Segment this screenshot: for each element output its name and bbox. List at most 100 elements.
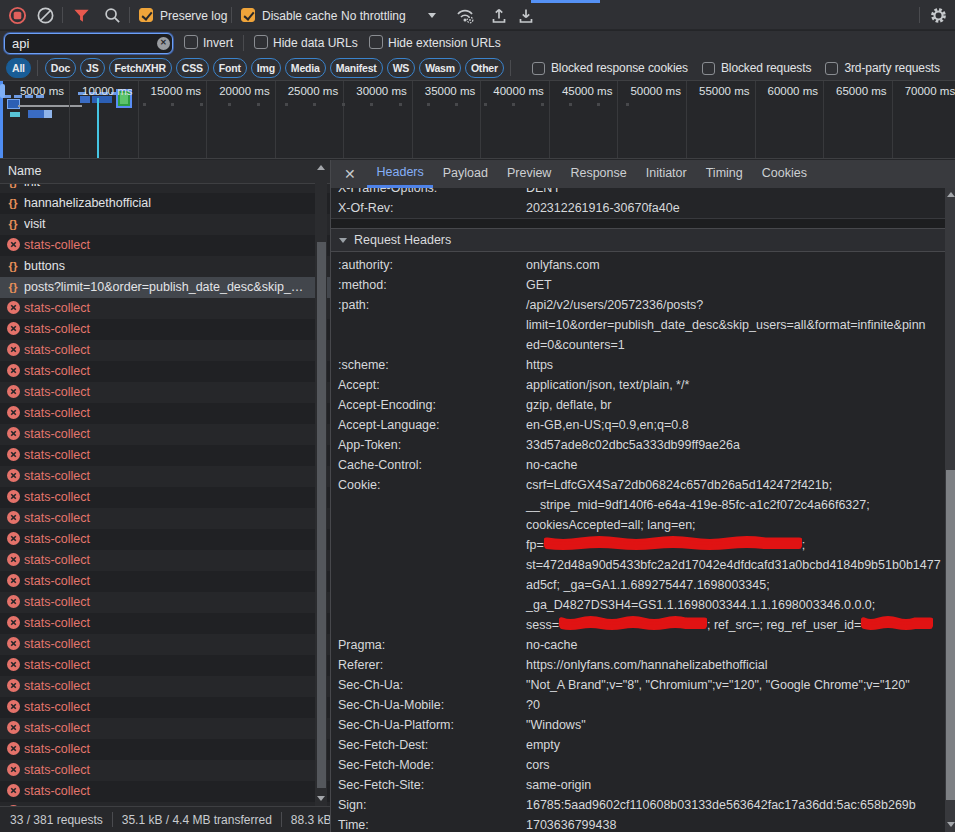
tab-headers[interactable]: Headers bbox=[367, 160, 433, 188]
header-value: no-cache bbox=[526, 635, 577, 655]
request-row[interactable]: stats-collect bbox=[0, 550, 330, 571]
scroll-down-icon[interactable] bbox=[947, 822, 955, 827]
invert-checkbox[interactable] bbox=[184, 35, 198, 49]
clear-button[interactable] bbox=[36, 6, 55, 25]
header-row: Sec-Fetch-Site:same-origin bbox=[331, 775, 945, 795]
blocked-response-cookies-checkbox[interactable] bbox=[532, 62, 545, 75]
header-row: Pragma:no-cache bbox=[331, 635, 945, 655]
type-filter-other[interactable]: Other bbox=[465, 58, 504, 78]
request-row[interactable]: stats-collect bbox=[0, 508, 330, 529]
toolbar-divider bbox=[129, 7, 130, 23]
request-row[interactable]: {}init bbox=[0, 184, 330, 193]
filter-toggle-icon[interactable] bbox=[72, 6, 91, 25]
3rd-party-requests-checkbox[interactable] bbox=[825, 62, 838, 75]
tab-response[interactable]: Response bbox=[561, 160, 636, 188]
record-button[interactable] bbox=[8, 6, 27, 25]
request-row[interactable]: stats-collect bbox=[0, 319, 330, 340]
request-row[interactable]: stats-collect bbox=[0, 340, 330, 361]
request-row[interactable]: stats-collect bbox=[0, 466, 330, 487]
type-filter-fetch-xhr[interactable]: Fetch/XHR bbox=[109, 58, 172, 78]
request-row[interactable]: stats-collect bbox=[0, 529, 330, 550]
hide-extension-urls-label[interactable]: Hide extension URLs bbox=[388, 36, 501, 50]
filter-input[interactable]: api bbox=[4, 33, 173, 54]
preserve-log-label[interactable]: Preserve log bbox=[160, 9, 227, 23]
hide-extension-urls-checkbox[interactable] bbox=[369, 35, 383, 49]
disable-cache-label[interactable]: Disable cache bbox=[262, 9, 337, 23]
request-row[interactable]: stats-collect bbox=[0, 592, 330, 613]
tab-timing[interactable]: Timing bbox=[696, 160, 752, 188]
network-conditions-icon[interactable] bbox=[455, 6, 474, 25]
type-filter-wasm[interactable]: Wasm bbox=[419, 58, 461, 78]
type-filter-img[interactable]: Img bbox=[251, 58, 281, 78]
request-row[interactable]: stats-collect bbox=[0, 634, 330, 655]
type-filter-manifest[interactable]: Manifest bbox=[330, 58, 383, 78]
blocked-response-cookies-label[interactable]: Blocked response cookies bbox=[551, 61, 688, 75]
request-row[interactable]: stats-collect bbox=[0, 487, 330, 508]
request-row[interactable]: {}hannahelizabethofficial bbox=[0, 193, 330, 214]
request-row[interactable]: {}posts?limit=10&order=publish_date_desc… bbox=[0, 277, 330, 298]
scroll-down-icon[interactable] bbox=[317, 796, 325, 801]
request-row[interactable]: stats-collect bbox=[0, 697, 330, 718]
request-row[interactable]: stats-collect bbox=[0, 781, 330, 802]
request-error-icon bbox=[6, 340, 20, 361]
scroll-up-icon[interactable] bbox=[317, 165, 325, 170]
request-list-scrollbar[interactable] bbox=[315, 160, 327, 806]
request-error-icon bbox=[6, 403, 20, 424]
search-icon[interactable] bbox=[103, 6, 122, 25]
throttling-caret-icon[interactable] bbox=[428, 13, 436, 18]
tab-preview[interactable]: Preview bbox=[497, 160, 560, 188]
import-har-icon[interactable] bbox=[490, 6, 509, 25]
blocked-requests-label[interactable]: Blocked requests bbox=[721, 61, 811, 75]
request-row[interactable]: stats-collect bbox=[0, 382, 330, 403]
request-row[interactable]: stats-collect bbox=[0, 760, 330, 781]
timeline-dot bbox=[342, 103, 345, 106]
disable-cache-checkbox[interactable] bbox=[241, 8, 255, 22]
details-scrollbar[interactable] bbox=[945, 188, 955, 832]
close-details-icon[interactable]: ✕ bbox=[344, 160, 358, 188]
hide-data-urls-checkbox[interactable] bbox=[254, 35, 268, 49]
request-row[interactable]: stats-collect bbox=[0, 739, 330, 760]
scrollbar-thumb[interactable] bbox=[946, 470, 955, 800]
request-row[interactable]: stats-collect bbox=[0, 718, 330, 739]
type-filter-all[interactable]: All bbox=[6, 58, 31, 78]
hide-data-urls-label[interactable]: Hide data URLs bbox=[273, 36, 358, 50]
header-name: Cache-Control: bbox=[331, 455, 526, 475]
type-filter-font[interactable]: Font bbox=[213, 58, 247, 78]
type-filter-css[interactable]: CSS bbox=[176, 58, 209, 78]
invert-label[interactable]: Invert bbox=[203, 36, 233, 50]
preserve-log-checkbox[interactable] bbox=[139, 8, 153, 22]
clear-filter-icon[interactable] bbox=[157, 37, 170, 50]
blocked-requests-checkbox[interactable] bbox=[702, 62, 715, 75]
request-row[interactable]: stats-collect bbox=[0, 235, 330, 256]
request-name: stats-collect bbox=[24, 319, 94, 340]
request-row[interactable]: stats-collect bbox=[0, 676, 330, 697]
type-filter-js[interactable]: JS bbox=[80, 58, 104, 78]
type-filter-ws[interactable]: WS bbox=[387, 58, 416, 78]
request-row[interactable]: stats-collect bbox=[0, 424, 330, 445]
request-row[interactable]: stats-collect bbox=[0, 298, 330, 319]
request-row[interactable]: stats-collect bbox=[0, 613, 330, 634]
request-row[interactable]: {}buttons bbox=[0, 256, 330, 277]
tab-payload[interactable]: Payload bbox=[433, 160, 497, 188]
timeline-playhead[interactable] bbox=[97, 98, 99, 159]
request-headers-section[interactable]: Request Headers bbox=[331, 228, 945, 252]
request-row[interactable]: {}visit bbox=[0, 214, 330, 235]
name-column-header[interactable]: Name bbox=[0, 160, 330, 184]
scrollbar-thumb[interactable] bbox=[317, 242, 326, 788]
request-row[interactable]: stats-collect bbox=[0, 361, 330, 382]
settings-gear-icon[interactable] bbox=[929, 6, 948, 25]
3rd-party-requests-label[interactable]: 3rd-party requests bbox=[844, 61, 940, 75]
scroll-up-icon[interactable] bbox=[947, 192, 955, 197]
tab-initiator[interactable]: Initiator bbox=[636, 160, 696, 188]
type-filter-media[interactable]: Media bbox=[285, 58, 326, 78]
type-filter-doc[interactable]: Doc bbox=[45, 58, 76, 78]
request-row[interactable]: stats-collect bbox=[0, 403, 330, 424]
throttling-select[interactable]: No throttling bbox=[341, 9, 406, 23]
export-har-icon[interactable] bbox=[517, 6, 536, 25]
request-row[interactable]: stats-collect bbox=[0, 445, 330, 466]
network-overview-timeline[interactable]: 5000 ms10000 ms15000 ms20000 ms25000 ms3… bbox=[0, 81, 955, 159]
request-row[interactable]: stats-collect bbox=[0, 655, 330, 676]
request-row[interactable]: stats-collect bbox=[0, 571, 330, 592]
tab-cookies[interactable]: Cookies bbox=[752, 160, 816, 188]
disclosure-triangle-icon bbox=[339, 238, 347, 243]
